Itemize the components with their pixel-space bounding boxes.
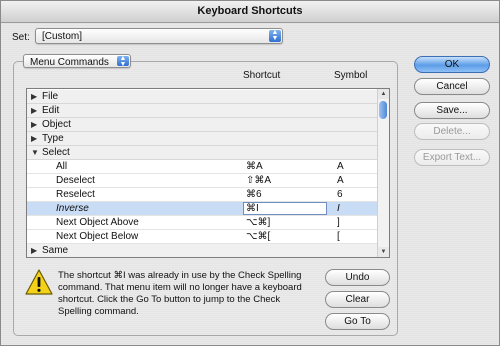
shortcut-value: ⌥⌘]	[246, 217, 271, 228]
command-row[interactable]: Next Object Above ⌥⌘]]	[27, 216, 379, 230]
command-name: Next Object Above	[56, 217, 139, 228]
set-label: Set:	[12, 32, 30, 43]
clear-button[interactable]: Clear	[325, 291, 390, 308]
shortcut-value: ⌘A	[246, 161, 263, 172]
scroll-up-icon[interactable]: ▲	[378, 89, 389, 99]
symbol-value: A	[337, 161, 344, 172]
command-name: File	[42, 91, 59, 102]
shortcut-list[interactable]: ▶ File ▶ Edit ▶ Object ▶ Type ▼ Select All ⌘A A Desel…	[26, 88, 390, 258]
symbol-value: A	[337, 175, 344, 186]
command-row[interactable]: Reselect ⌘6 6	[27, 188, 379, 202]
column-header-shortcut[interactable]: Shortcut	[243, 70, 280, 81]
disclosure-triangle-icon[interactable]: ▶	[31, 244, 37, 257]
command-row[interactable]: All ⌘A A	[27, 160, 379, 174]
updown-arrows-icon: ▲ ▼	[269, 29, 281, 42]
command-name: Next Object Below	[56, 231, 139, 242]
command-name: All	[56, 161, 68, 172]
command-row[interactable]: Inverse ⌘I I	[27, 202, 379, 216]
command-name: Type	[42, 133, 64, 144]
command-category-value: Menu Commands	[30, 57, 109, 68]
column-header-symbol[interactable]: Symbol	[334, 70, 367, 81]
disclosure-triangle-icon[interactable]: ▶	[31, 118, 37, 132]
disclosure-triangle-icon[interactable]: ▼	[31, 146, 39, 160]
shortcut-value: ⌘6	[246, 189, 262, 200]
symbol-value: ]	[337, 217, 340, 228]
updown-arrows-icon: ▲ ▼	[117, 55, 129, 68]
command-name: Edit	[42, 105, 60, 116]
symbol-value: [	[337, 231, 340, 242]
conflict-message: The shortcut ⌘I was already in use by th…	[58, 270, 302, 317]
group-row[interactable]: ▶ Same	[27, 244, 379, 257]
command-name: Object	[42, 119, 71, 130]
disclosure-triangle-icon[interactable]: ▶	[31, 132, 37, 146]
set-popup-value: [Custom]	[42, 31, 83, 42]
undo-button[interactable]: Undo	[325, 269, 390, 286]
scroll-thumb[interactable]	[379, 101, 387, 119]
disclosure-triangle-icon[interactable]: ▶	[31, 90, 37, 104]
shortcut-value: ⌥⌘[	[246, 231, 271, 242]
shortcut-value: ⌘I	[246, 203, 259, 214]
group-row[interactable]: ▼ Select	[27, 146, 379, 160]
go-to-button[interactable]: Go To	[325, 313, 390, 330]
cancel-button[interactable]: Cancel	[414, 78, 490, 95]
group-row[interactable]: ▶ File	[27, 90, 379, 104]
command-name: Select	[42, 147, 70, 158]
save-button[interactable]: Save...	[414, 102, 490, 119]
group-row[interactable]: ▶ Edit	[27, 104, 379, 118]
command-name: Reselect	[56, 189, 95, 200]
export-text-button[interactable]: Export Text...	[414, 149, 490, 166]
group-row[interactable]: ▶ Object	[27, 118, 379, 132]
symbol-value: 6	[337, 189, 343, 200]
scroll-down-icon[interactable]: ▼	[378, 247, 389, 257]
shortcut-value: ⇧⌘A	[246, 175, 272, 186]
ok-button[interactable]: OK	[414, 56, 490, 73]
disclosure-triangle-icon[interactable]: ▶	[31, 104, 37, 118]
command-name: Same	[42, 245, 69, 256]
command-name: Deselect	[56, 175, 95, 186]
group-row[interactable]: ▶ Type	[27, 132, 379, 146]
delete-button[interactable]: Delete...	[414, 123, 490, 140]
command-row[interactable]: Deselect ⇧⌘A A	[27, 174, 379, 188]
command-category-popup[interactable]: Menu Commands ▲ ▼	[23, 54, 131, 68]
keyboard-shortcuts-dialog: Keyboard Shortcuts Set: [Custom] ▲ ▼ Menu…	[0, 0, 500, 346]
warning-triangle-icon	[25, 269, 53, 295]
command-name: Inverse	[56, 203, 89, 214]
window-title: Keyboard Shortcuts	[1, 1, 499, 23]
symbol-value: I	[337, 203, 340, 214]
vertical-scrollbar[interactable]: ▲ ▼	[377, 89, 389, 257]
command-row[interactable]: Next Object Below ⌥⌘[ [	[27, 230, 379, 244]
set-popup[interactable]: [Custom] ▲ ▼	[35, 28, 283, 44]
